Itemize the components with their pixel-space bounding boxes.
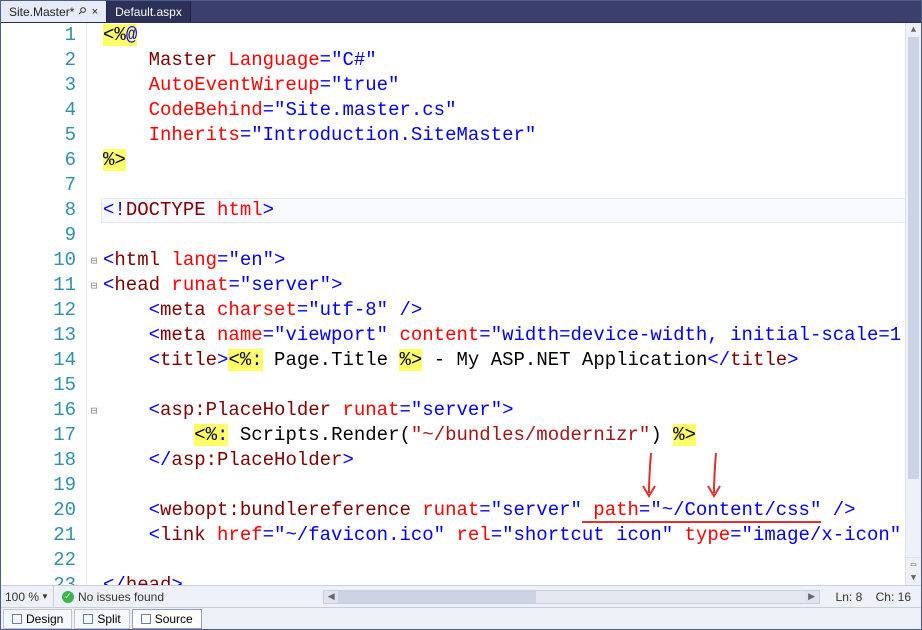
issues-indicator[interactable]: ✓ No issues found [54,590,317,604]
line-number: 17 [1,423,76,448]
line-number: 23 [1,573,76,585]
code-line [101,223,921,248]
code-line: Inherits="Introduction.SiteMaster" [101,123,921,148]
design-icon [12,614,22,624]
line-number: 20 [1,498,76,523]
horizontal-scrollbar[interactable]: ◀ ▶ [323,590,819,604]
code-line [101,473,921,498]
fold-icon[interactable]: ⊟ [87,248,101,273]
scroll-left-icon[interactable]: ◀ [324,591,338,603]
tab-default-aspx[interactable]: Default.aspx [107,1,191,22]
line-number: 11 [1,273,76,298]
code-line: <%@ [101,23,921,48]
pin-icon[interactable]: ⚲ [76,5,89,18]
scrollbar-thumb[interactable] [908,37,919,479]
tab-label: Default.aspx [115,5,182,19]
line-number: 7 [1,173,76,198]
view-split-button[interactable]: Split [74,609,129,629]
code-line: <%: Scripts.Render("~/bundles/modernizr"… [101,423,921,448]
close-icon[interactable]: × [92,6,98,18]
split-icon [83,614,93,624]
code-line [101,373,921,398]
line-number: 5 [1,123,76,148]
view-source-button[interactable]: Source [132,609,202,629]
line-number: 8 [1,198,76,223]
view-mode-bar: Design Split Source [1,607,921,629]
code-line: <html lang="en"> [101,248,921,273]
line-number: 9 [1,223,76,248]
scrollbar-thumb[interactable] [338,591,536,603]
line-number: 4 [1,98,76,123]
line-number-gutter: 1 2 3 4 5 6 7 8 9 10 11 12 13 14 15 16 1… [1,23,87,585]
cursor-position: Ln: 8 Ch: 16 [826,590,921,604]
zoom-value: 100 % [5,590,39,604]
code-area[interactable]: <%@ Master Language="C#" AutoEventWireup… [101,23,921,585]
fold-icon[interactable]: ⊟ [87,398,101,423]
code-line: <link href="~/favicon.ico" rel="shortcut… [101,523,921,548]
line-number: 2 [1,48,76,73]
outline-margin: ⊟ ⊟ ⊟ [87,23,101,585]
code-line [101,173,921,198]
fold-icon[interactable]: ⊟ [87,273,101,298]
tab-site-master[interactable]: Site.Master* ⚲ × [1,1,107,22]
line-number: 12 [1,298,76,323]
line-number: 16 [1,398,76,423]
code-line: Master Language="C#" [101,48,921,73]
code-line: <title><%: Page.Title %> - My ASP.NET Ap… [101,348,921,373]
code-line-current: <!DOCTYPE html> [101,198,921,223]
line-number: 15 [1,373,76,398]
line-number: 14 [1,348,76,373]
scroll-right-icon[interactable]: ▶ [805,591,819,603]
split-handle-icon[interactable]: ▭ [906,557,921,571]
editor-window: Site.Master* ⚲ × Default.aspx ▾ 1 2 3 4 … [0,0,922,630]
scroll-down-icon[interactable]: ▼ [906,571,921,585]
document-tab-bar: Site.Master* ⚲ × Default.aspx [1,1,921,23]
scroll-up-icon[interactable]: ▲ [906,23,921,37]
line-number: 21 [1,523,76,548]
code-line: AutoEventWireup="true" [101,73,921,98]
line-number: 13 [1,323,76,348]
code-line: </head> [101,573,921,585]
tab-label: Site.Master* [9,5,74,19]
line-number: 3 [1,73,76,98]
line-number: 10 [1,248,76,273]
status-bar: 100 % ▼ ✓ No issues found ◀ ▶ Ln: 8 Ch: … [1,585,921,607]
code-line: CodeBehind="Site.master.cs" [101,98,921,123]
code-line: <webopt:bundlereference runat="server" p… [101,498,921,523]
vertical-scrollbar[interactable]: ▲ ▭ ▼ [905,23,921,585]
source-icon [141,614,151,624]
view-design-button[interactable]: Design [3,609,72,629]
line-number: 19 [1,473,76,498]
code-line: <meta name="viewport" content="width=dev… [101,323,921,348]
check-icon: ✓ [62,591,74,603]
issues-text: No issues found [78,590,164,604]
code-line [101,548,921,573]
code-line: <meta charset="utf-8" /> [101,298,921,323]
code-line: %> [101,148,921,173]
code-line: </asp:PlaceHolder> [101,448,921,473]
zoom-control[interactable]: 100 % ▼ [1,586,54,607]
code-editor: ▾ 1 2 3 4 5 6 7 8 9 10 11 12 13 14 15 16… [1,23,921,585]
chevron-down-icon[interactable]: ▼ [41,592,49,601]
line-number: 18 [1,448,76,473]
line-number: 1 [1,23,76,48]
code-line: <asp:PlaceHolder runat="server"> [101,398,921,423]
line-number: 22 [1,548,76,573]
code-line: <head runat="server"> [101,273,921,298]
line-number: 6 [1,148,76,173]
